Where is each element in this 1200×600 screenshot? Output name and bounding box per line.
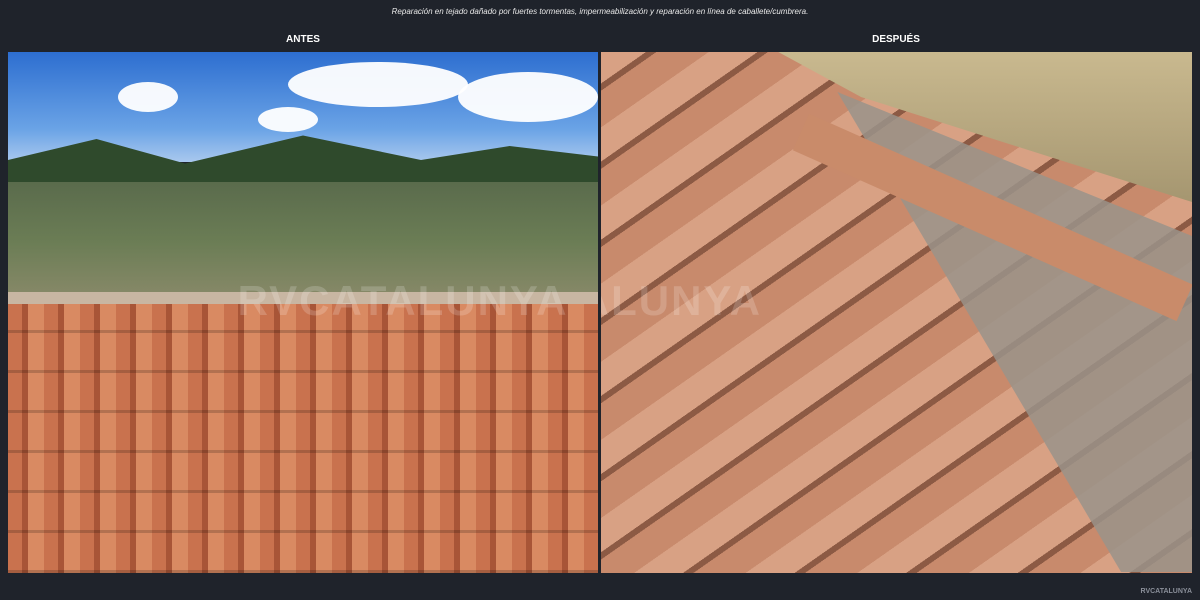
watermark: RVCATALUNYA: [237, 277, 569, 324]
cloud: [118, 82, 178, 112]
cloud: [458, 72, 598, 122]
before-label: ANTES: [286, 34, 320, 45]
after-photo: RVCATALUNYA: [601, 52, 1192, 573]
before-photo: RVCATALUNYA: [8, 52, 598, 573]
brand-label: RVCATALUNYA: [1140, 588, 1192, 595]
after-label: DESPUÉS: [872, 34, 920, 45]
cloud: [258, 107, 318, 132]
roof-tiles: [8, 292, 598, 573]
watermark: RVCATALUNYA: [601, 277, 762, 324]
caption: Reparación en tejado dañado por fuertes …: [391, 7, 809, 16]
cloud: [288, 62, 468, 107]
